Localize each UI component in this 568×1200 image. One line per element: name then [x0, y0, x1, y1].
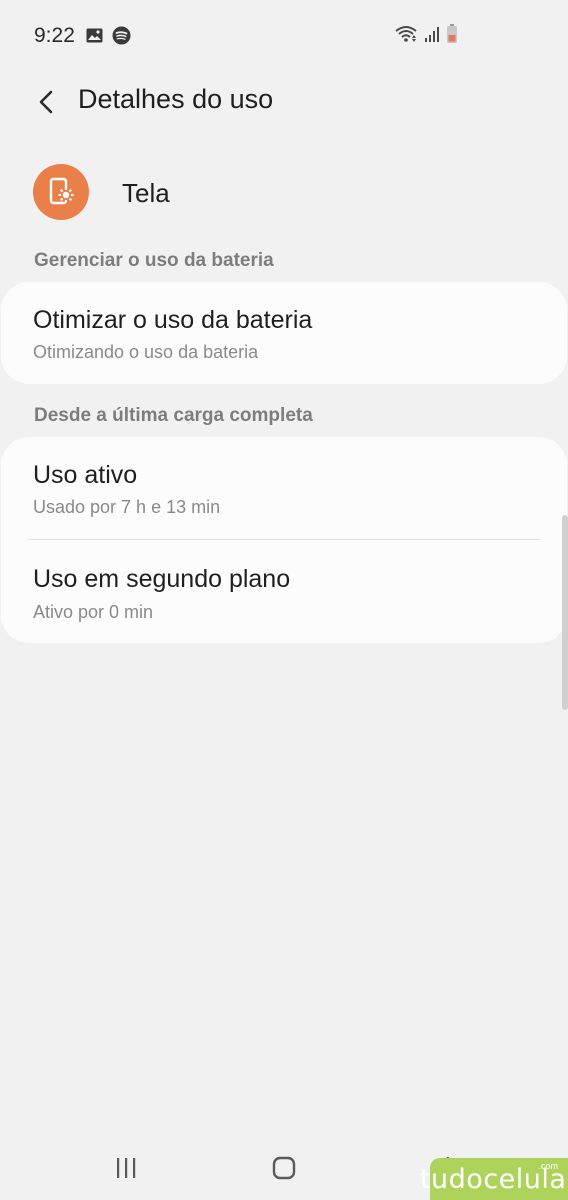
active-use-title: Uso ativo [33, 461, 138, 489]
app-bar: Detalhes do uso [0, 72, 568, 132]
active-use-item[interactable]: Uso ativo Usado por 7 h e 13 min [1, 437, 567, 540]
optimize-battery-subtitle: Otimizando o uso da bateria [33, 342, 259, 362]
active-use-subtitle: Usado por 7 h e 13 min [33, 497, 221, 517]
home-button[interactable] [254, 1148, 314, 1188]
watermark-logo: tudocelular .com [420, 1158, 568, 1200]
spotify-icon [112, 26, 131, 50]
battery-icon [446, 24, 458, 49]
wifi-icon [394, 25, 418, 48]
gallery-icon [86, 28, 103, 48]
watermark-suffix: .com [538, 1161, 558, 1171]
section-heading-manage: Gerenciar o uso da bateria [34, 250, 274, 271]
usage-card: Uso ativo Usado por 7 h e 13 min Uso em … [1, 437, 567, 643]
page-title: Detalhes do uso [78, 84, 274, 114]
back-button[interactable] [26, 82, 66, 122]
status-time: 9:22 [34, 24, 75, 47]
recent-apps-button[interactable] [96, 1148, 156, 1188]
notification-icons [86, 26, 131, 50]
recent-apps-icon [117, 1158, 136, 1178]
scrollbar[interactable] [562, 515, 568, 710]
screen-settings-icon [33, 164, 89, 220]
optimize-battery-title: Otimizar o uso da bateria [33, 306, 313, 334]
system-icons [394, 24, 458, 49]
background-use-title: Uso em segundo plano [33, 565, 291, 593]
optimize-battery-item[interactable]: Otimizar o uso da bateria Otimizando o u… [1, 282, 567, 384]
back-arrow-icon [39, 90, 53, 114]
home-icon [272, 1156, 296, 1180]
background-use-subtitle: Ativo por 0 min [33, 602, 154, 622]
section-heading-since-charge: Desde a última carga completa [34, 405, 313, 426]
status-bar: 9:22 [0, 0, 568, 72]
manage-card: Otimizar o uso da bateria Otimizando o u… [1, 282, 567, 384]
app-header: Tela [0, 160, 568, 224]
signal-icon [424, 25, 440, 48]
background-use-item[interactable]: Uso em segundo plano Ativo por 0 min [1, 540, 567, 643]
app-name: Tela [122, 178, 170, 208]
